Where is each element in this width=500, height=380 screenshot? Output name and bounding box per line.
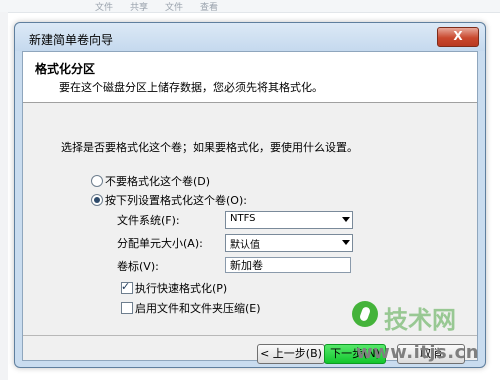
filesystem-label: 文件系统(F):	[117, 214, 180, 227]
background-text: 文件	[95, 3, 114, 13]
background-text: 共享	[130, 3, 149, 13]
page-subtitle: 要在这个磁盘分区上储存数据，您必须先将其格式化。	[59, 81, 323, 94]
quick-format-checkbox[interactable]: ✓	[121, 280, 133, 294]
compression-checkbox[interactable]	[121, 302, 133, 314]
footer-divider	[23, 335, 477, 336]
allocation-dropdown[interactable]: 默认值	[225, 234, 353, 252]
chevron-down-icon	[342, 217, 350, 222]
background-window	[0, 12, 8, 380]
background-toolbar: 文件 共享 文件 查看	[0, 0, 500, 13]
question-text: 选择是否要格式化这个卷；如果要格式化，要使用什么设置。	[61, 141, 358, 154]
back-button[interactable]: < 上一步(B)	[257, 344, 325, 364]
quick-format-label[interactable]: 执行快速格式化(P)	[135, 280, 227, 296]
watermark-url: www.itjs.cn	[356, 342, 480, 363]
volume-label-label: 卷标(V):	[117, 260, 159, 273]
window-title: 新建简单卷向导	[29, 33, 114, 47]
volume-label-input[interactable]: 新加卷	[225, 257, 351, 273]
no-format-radio[interactable]	[91, 175, 103, 187]
filesystem-dropdown[interactable]: NTFS	[225, 211, 353, 229]
close-button[interactable]: X	[437, 27, 479, 47]
radio-selected-dot	[94, 197, 100, 203]
page-title: 格式化分区	[35, 62, 96, 76]
background-text: 文件	[165, 3, 184, 13]
watermark-logo-icon	[352, 301, 378, 327]
chevron-down-icon	[342, 240, 350, 245]
background-text: 查看	[200, 3, 219, 13]
watermark-brand: 技术网	[384, 306, 456, 334]
allocation-label: 分配单元大小(A):	[117, 237, 203, 250]
allocation-value: 默认值	[230, 240, 260, 251]
wizard-header: 格式化分区 要在这个磁盘分区上储存数据，您必须先将其格式化。	[23, 52, 477, 103]
filesystem-value: NTFS	[230, 213, 256, 224]
compression-label[interactable]: 启用文件和文件夹压缩(E)	[135, 300, 261, 316]
title-bar[interactable]: 新建简单卷向导 X	[15, 23, 485, 51]
format-label[interactable]: 按下列设置格式化这个卷(O):	[105, 192, 247, 208]
checkmark-icon: ✓	[121, 280, 131, 293]
no-format-label[interactable]: 不要格式化这个卷(D)	[105, 173, 210, 189]
format-radio[interactable]	[91, 194, 103, 206]
